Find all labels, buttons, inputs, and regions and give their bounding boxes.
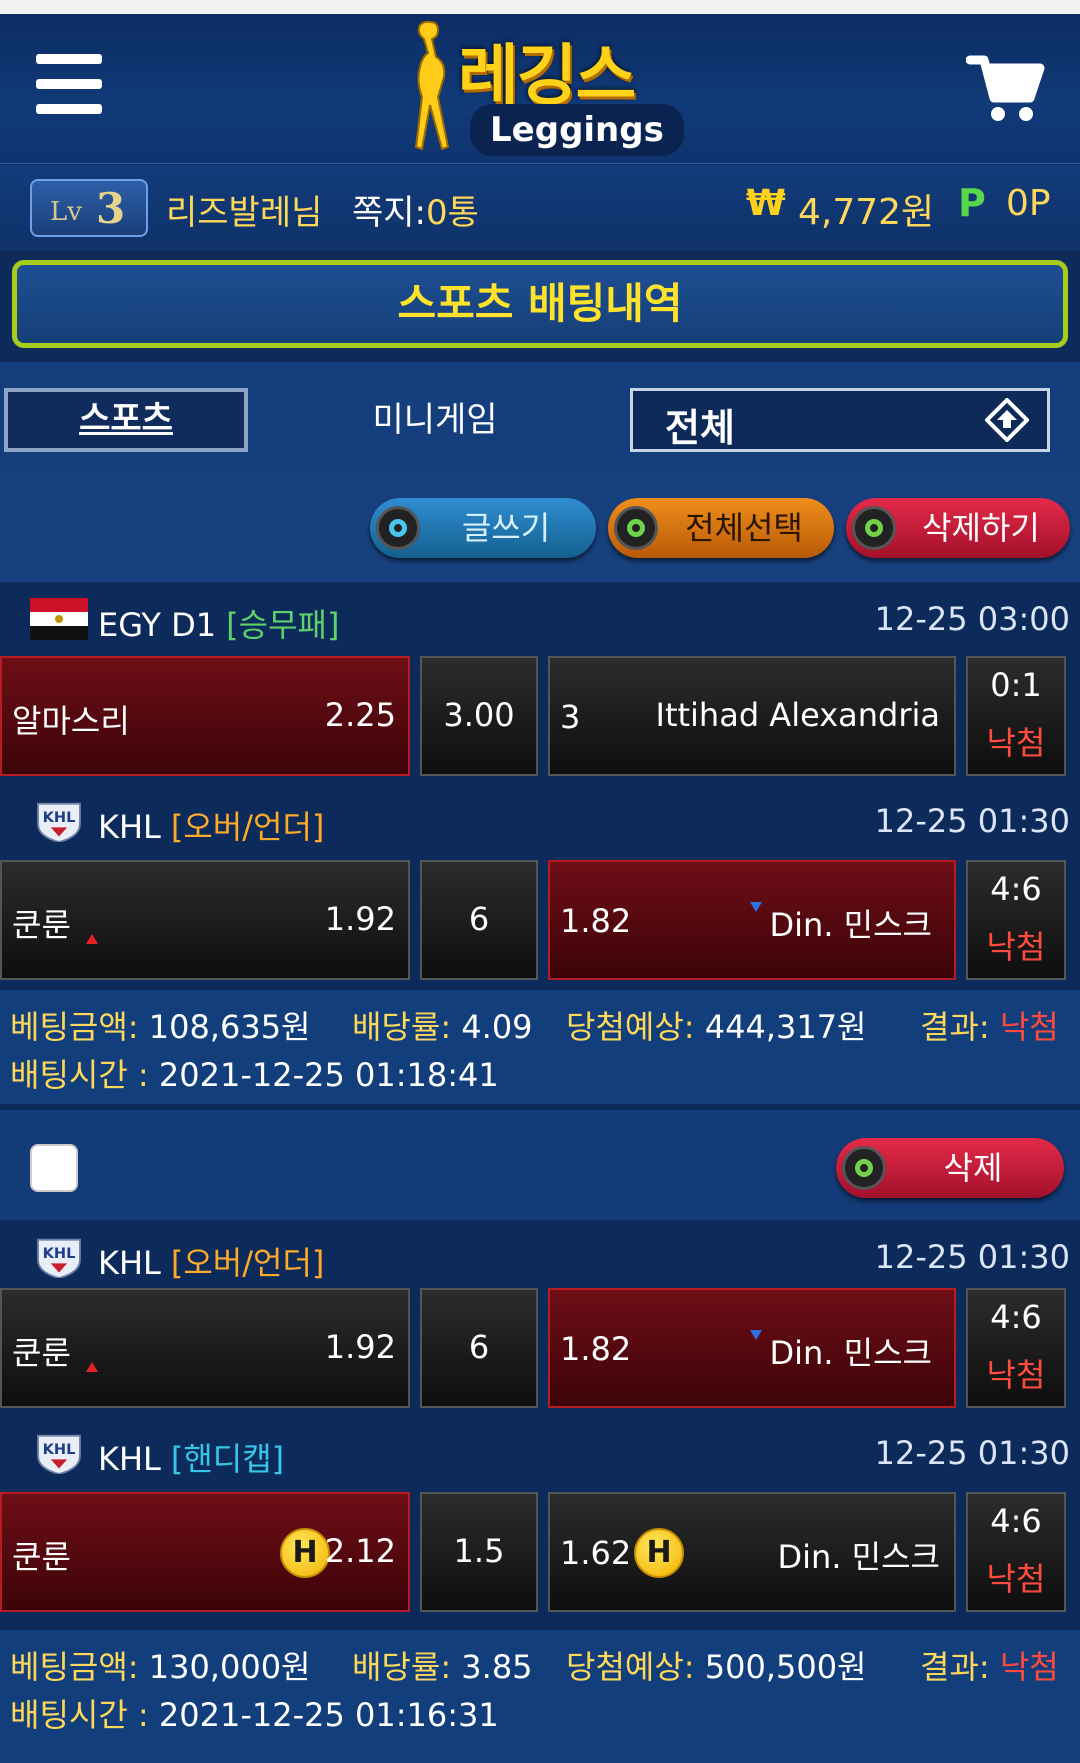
home-team-cell[interactable]: 쿤룬 1.92 bbox=[0, 860, 410, 980]
line-cell[interactable]: 6 bbox=[420, 860, 538, 980]
handicap-icon: H bbox=[280, 1528, 330, 1578]
tab-sports[interactable]: 스포츠 bbox=[4, 388, 248, 452]
delete-button[interactable]: 삭제 bbox=[836, 1138, 1064, 1198]
toggle-knob-icon bbox=[614, 506, 658, 550]
match-time: 12-25 01:30 bbox=[874, 1238, 1070, 1276]
handicap-line-cell[interactable]: 1.5 bbox=[420, 1492, 538, 1612]
result-cell: 0:1 낙첨 bbox=[966, 656, 1066, 776]
select-all-button[interactable]: 전체선택 bbox=[608, 498, 834, 558]
delete-all-button[interactable]: 삭제하기 bbox=[846, 498, 1070, 558]
bet-slip-2: KHL KHL [오버/언더] 12-25 01:30 쿤룬 1.92 6 1.8… bbox=[0, 1220, 1080, 1763]
balance: 4,772원 bbox=[798, 192, 935, 233]
hamburger-menu-icon[interactable] bbox=[36, 54, 102, 114]
toggle-knob-icon bbox=[852, 506, 896, 550]
away-team-cell[interactable]: 1.82 Din. 민스크 bbox=[548, 1288, 956, 1408]
dropdown-diamond-icon bbox=[985, 398, 1029, 442]
bet-rate: 배당률: 3.85 bbox=[352, 1648, 533, 1686]
over-arrow-icon bbox=[86, 1362, 98, 1372]
result-cell: 4:6 낙첨 bbox=[966, 860, 1066, 980]
logo[interactable]: 레깅스 Leggings bbox=[400, 18, 690, 158]
away-team-cell[interactable]: 1.62 H Din. 민스크 bbox=[548, 1492, 956, 1612]
memo-count[interactable]: 쪽지:0통 bbox=[352, 185, 479, 234]
logo-english-text: Leggings bbox=[470, 104, 684, 156]
match-odds-row: 쿤룬 1.92 6 1.82 Din. 민스크 4:6 낙첨 bbox=[0, 1288, 1080, 1408]
line-cell[interactable]: 6 bbox=[420, 1288, 538, 1408]
username[interactable]: 리즈발레님 bbox=[166, 185, 322, 234]
result-cell: 4:6 낙첨 bbox=[966, 1288, 1066, 1408]
match-time: 12-25 03:00 bbox=[874, 600, 1070, 638]
user-info-bar: Lv 3 리즈발레님 쪽지:0통 ₩ 4,772원 P 0P bbox=[0, 165, 1080, 251]
bet-summary: 베팅금액: 130,000원 배당률: 3.85 당첨예상: 500,500원 … bbox=[0, 1630, 1080, 1763]
home-team-cell[interactable]: 알마스리 2.25 bbox=[0, 656, 410, 776]
under-arrow-icon bbox=[750, 902, 762, 912]
toggle-knob-icon bbox=[842, 1146, 886, 1190]
points-value: 0P bbox=[1006, 183, 1051, 224]
bet-amount: 베팅금액: 130,000원 bbox=[10, 1648, 311, 1686]
expected-win: 당첨예상: 500,500원 bbox=[566, 1648, 867, 1686]
match-odds-row: 쿤룬 H 2.12 1.5 1.62 H Din. 민스크 4:6 낙첨 bbox=[0, 1492, 1080, 1612]
bet-result: 결과: 낙첨 bbox=[920, 1648, 1059, 1686]
match-header: KHL KHL [오버/언더] 12-25 01:30 bbox=[0, 784, 1080, 860]
points-icon: P bbox=[958, 181, 986, 225]
home-team-cell[interactable]: 쿤룬 1.92 bbox=[0, 1288, 410, 1408]
dancer-silhouette-icon bbox=[414, 20, 450, 151]
bet-amount: 베팅금액: 108,635원 bbox=[10, 1008, 311, 1046]
svg-text:KHL: KHL bbox=[43, 1441, 76, 1458]
match-header: EGY D1 [승무패] 12-25 03:00 bbox=[0, 582, 1080, 658]
expected-win: 당첨예상: 444,317원 bbox=[566, 1008, 867, 1046]
bet-select-checkbox[interactable] bbox=[30, 1144, 78, 1192]
bet-time: 배팅시간 : 2021-12-25 01:18:41 bbox=[10, 1056, 499, 1094]
league-name: KHL [오버/언더] bbox=[98, 1244, 325, 1282]
home-team-cell[interactable]: 쿤룬 H 2.12 bbox=[0, 1492, 410, 1612]
won-icon: ₩ bbox=[746, 183, 786, 224]
bet-slip-2-controls: 삭제 bbox=[0, 1110, 1080, 1220]
league-name: KHL [오버/언더] bbox=[98, 808, 325, 846]
tab-minigame[interactable]: 미니게임 bbox=[340, 390, 530, 450]
league-name: EGY D1 [승무패] bbox=[98, 606, 340, 644]
egypt-flag-icon bbox=[30, 598, 88, 640]
handicap-icon: H bbox=[634, 1528, 684, 1578]
draw-cell[interactable]: 3.00 bbox=[420, 656, 538, 776]
toggle-knob-icon bbox=[376, 506, 420, 550]
khl-logo-icon: KHL bbox=[37, 1434, 81, 1474]
action-bar: 글쓰기 전체선택 삭제하기 bbox=[0, 472, 1080, 582]
khl-logo-icon: KHL bbox=[37, 1238, 81, 1278]
bet-slip-1: EGY D1 [승무패] 12-25 03:00 알마스리 2.25 3.00 3… bbox=[0, 582, 1080, 1110]
tab-bar: 스포츠 미니게임 전체 bbox=[0, 362, 1080, 472]
filter-select[interactable]: 전체 bbox=[630, 388, 1050, 452]
write-button[interactable]: 글쓰기 bbox=[370, 498, 596, 558]
khl-logo-icon: KHL bbox=[37, 802, 81, 842]
bet-rate: 배당률: 4.09 bbox=[352, 1008, 533, 1046]
level-badge: Lv 3 bbox=[30, 179, 148, 237]
under-arrow-icon bbox=[750, 1330, 762, 1340]
page-title: 스포츠 배팅내역 bbox=[12, 260, 1068, 348]
over-arrow-icon bbox=[86, 934, 98, 944]
match-header: KHL KHL [핸디캡] 12-25 01:30 bbox=[0, 1416, 1080, 1492]
bet-time: 배팅시간 : 2021-12-25 01:16:31 bbox=[10, 1696, 499, 1734]
match-odds-row: 알마스리 2.25 3.00 3 Ittihad Alexandria 0:1 … bbox=[0, 656, 1080, 776]
svg-text:KHL: KHL bbox=[43, 809, 76, 826]
match-time: 12-25 01:30 bbox=[874, 1434, 1070, 1472]
app-header: 레깅스 Leggings bbox=[0, 14, 1080, 164]
away-team-cell[interactable]: 3 Ittihad Alexandria bbox=[548, 656, 956, 776]
shopping-cart-icon[interactable] bbox=[965, 48, 1046, 128]
svg-text:KHL: KHL bbox=[43, 1245, 76, 1262]
match-header: KHL KHL [오버/언더] 12-25 01:30 bbox=[0, 1220, 1080, 1296]
league-name: KHL [핸디캡] bbox=[98, 1440, 285, 1478]
match-odds-row: 쿤룬 1.92 6 1.82 Din. 민스크 4:6 낙첨 bbox=[0, 860, 1080, 980]
away-team-cell[interactable]: 1.82 Din. 민스크 bbox=[548, 860, 956, 980]
result-cell: 4:6 낙첨 bbox=[966, 1492, 1066, 1612]
match-time: 12-25 01:30 bbox=[874, 802, 1070, 840]
bet-summary: 베팅금액: 108,635원 배당률: 4.09 당첨예상: 444,317원 … bbox=[0, 990, 1080, 1104]
bet-result: 결과: 낙첨 bbox=[920, 1008, 1059, 1046]
status-strip bbox=[0, 0, 1080, 14]
